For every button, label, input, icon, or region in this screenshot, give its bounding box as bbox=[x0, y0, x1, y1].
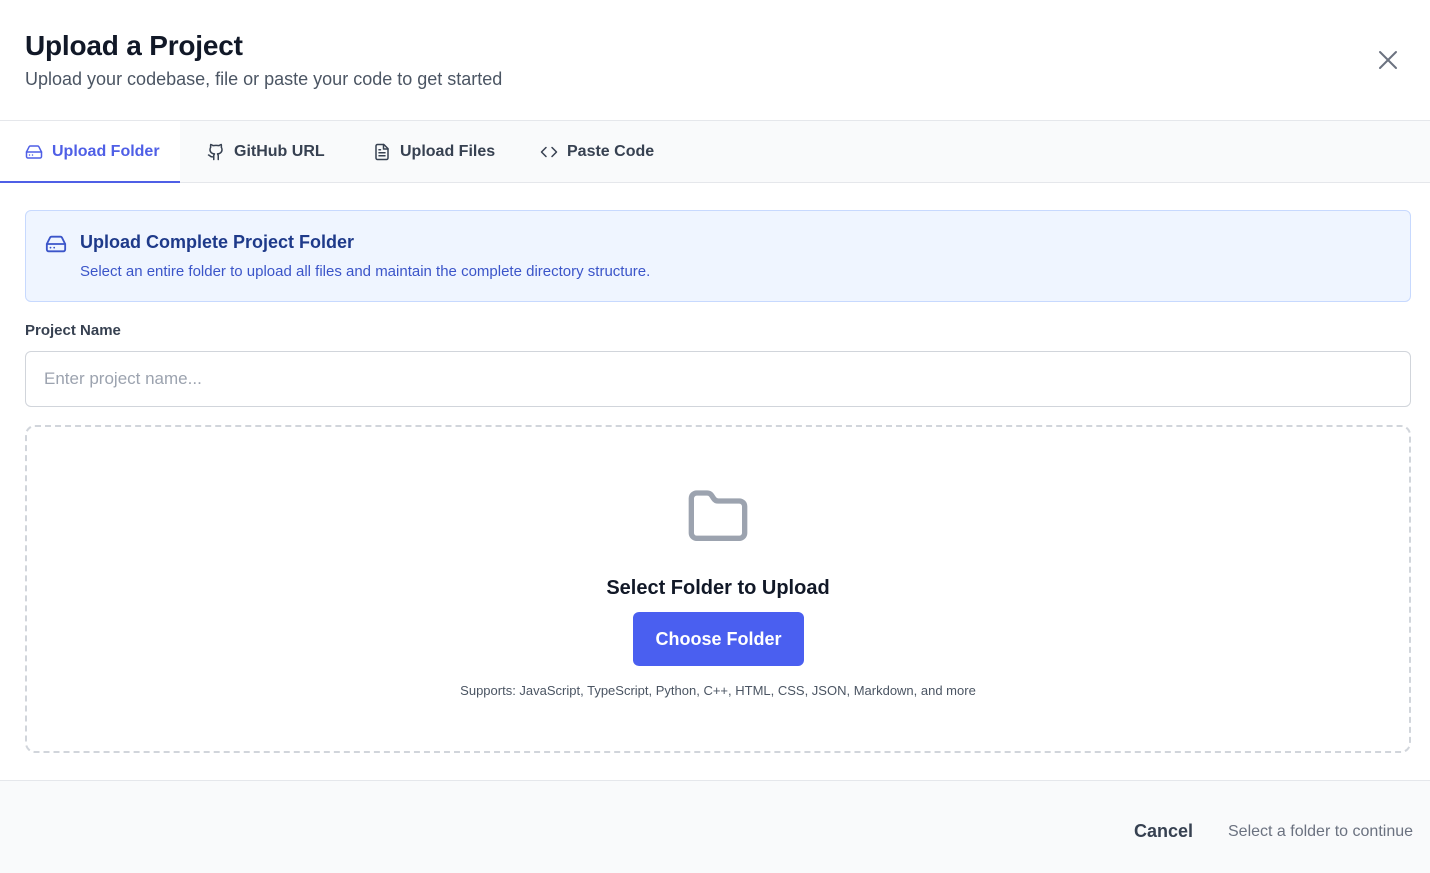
dialog-header: Upload a Project Upload your codebase, f… bbox=[0, 0, 1430, 121]
tab-github-url-label: GitHub URL bbox=[234, 142, 325, 160]
folder-dropzone[interactable]: Select Folder to Upload Choose Folder Su… bbox=[25, 425, 1411, 753]
choose-folder-button[interactable]: Choose Folder bbox=[633, 612, 804, 666]
close-icon bbox=[1379, 51, 1397, 69]
info-description: Select an entire folder to upload all fi… bbox=[80, 263, 651, 280]
tab-bar: Upload Folder GitHub URL Upload Files Pa… bbox=[0, 121, 1430, 183]
tab-paste-code[interactable]: Paste Code bbox=[540, 121, 654, 182]
code-icon bbox=[540, 146, 558, 157]
tab-upload-folder-label: Upload Folder bbox=[52, 142, 160, 160]
file-text-icon bbox=[375, 143, 389, 160]
hard-drive-icon bbox=[25, 144, 43, 159]
github-icon bbox=[207, 143, 223, 160]
tab-upload-files-label: Upload Files bbox=[400, 142, 496, 160]
supported-types-text: Supports: JavaScript, TypeScript, Python… bbox=[460, 683, 976, 698]
project-name-input[interactable] bbox=[25, 351, 1411, 407]
dialog-title: Upload a Project bbox=[25, 30, 243, 61]
tab-upload-files[interactable]: Upload Files bbox=[373, 121, 495, 182]
close-button[interactable] bbox=[1372, 44, 1404, 76]
tab-github-url[interactable]: GitHub URL bbox=[207, 121, 325, 182]
info-banner: Upload Complete Project Folder Select an… bbox=[25, 210, 1411, 302]
dialog-footer: Cancel Select a folder to continue bbox=[0, 780, 1430, 873]
folder-icon bbox=[688, 490, 748, 541]
upload-project-dialog: Upload a Project Upload your codebase, f… bbox=[0, 0, 1430, 873]
cancel-button[interactable]: Cancel bbox=[1122, 815, 1205, 847]
dropzone-title: Select Folder to Upload bbox=[606, 577, 830, 599]
info-title: Upload Complete Project Folder bbox=[80, 232, 355, 252]
tab-upload-folder[interactable]: Upload Folder bbox=[0, 121, 180, 183]
project-name-label: Project Name bbox=[25, 322, 121, 339]
continue-hint: Select a folder to continue bbox=[1228, 823, 1414, 840]
tab-paste-code-label: Paste Code bbox=[567, 142, 655, 160]
dialog-subtitle: Upload your codebase, file or paste your… bbox=[25, 69, 503, 89]
hard-drive-icon bbox=[45, 235, 67, 253]
